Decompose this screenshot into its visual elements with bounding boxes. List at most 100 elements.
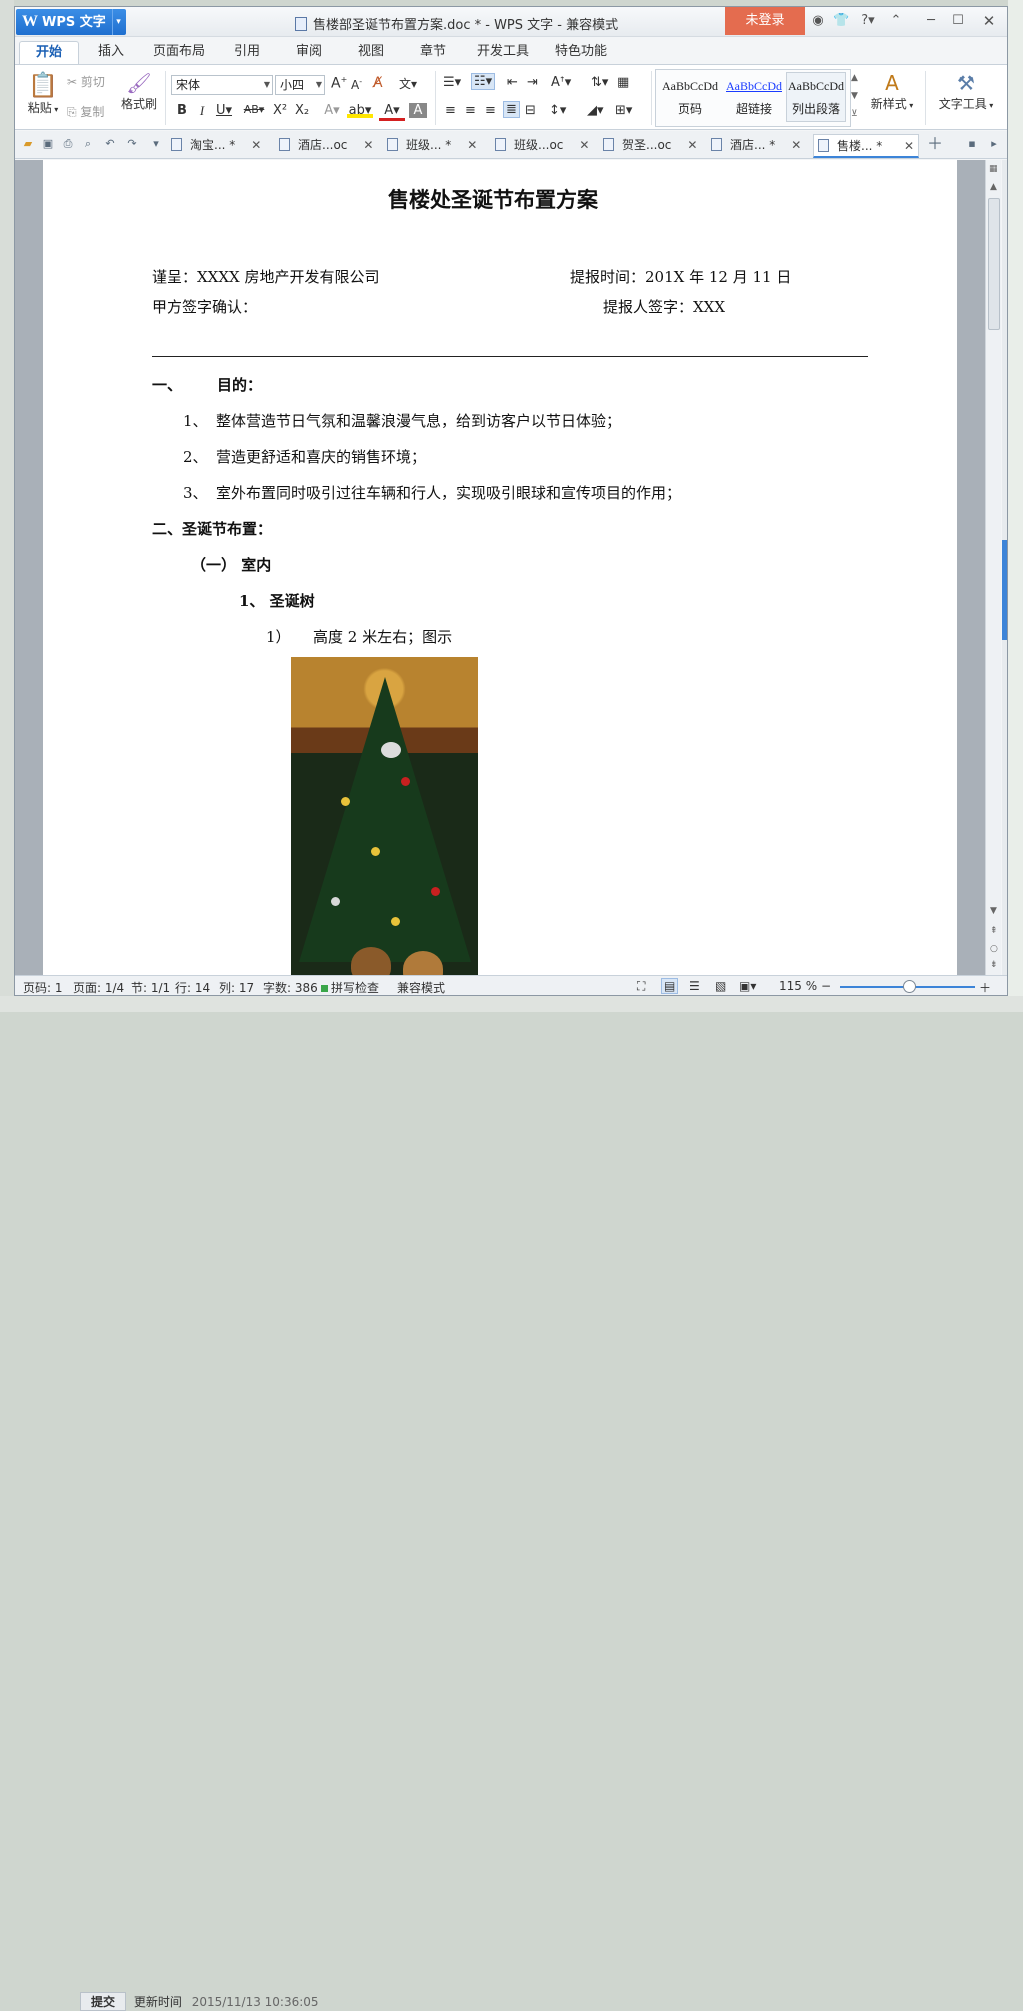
- bullet-list-icon[interactable]: ☰▾: [443, 75, 461, 90]
- clear-format-icon[interactable]: A̸: [373, 75, 383, 91]
- help-icon[interactable]: ?▾: [857, 13, 879, 29]
- close-icon[interactable]: ✕: [687, 134, 697, 156]
- close-icon[interactable]: ✕: [467, 134, 477, 156]
- new-style-button[interactable]: A 新样式 ▾: [867, 71, 917, 112]
- zoom-slider-thumb[interactable]: [903, 980, 916, 993]
- previous-page-icon[interactable]: ⇞: [990, 926, 998, 936]
- font-size-select[interactable]: 小四 ▼: [275, 75, 325, 95]
- superscript-icon[interactable]: X²: [271, 103, 289, 118]
- doc-tab[interactable]: 班级...oc ✕: [495, 134, 589, 158]
- text-effect-icon[interactable]: A▾: [319, 103, 345, 118]
- grow-font-icon[interactable]: A+: [331, 75, 347, 92]
- style-list-paragraph[interactable]: AaBbCcDd 列出段落: [786, 72, 846, 122]
- save-icon[interactable]: ▣: [41, 137, 55, 151]
- redo-icon[interactable]: ↷: [125, 137, 139, 151]
- table-grid-icon[interactable]: ▦: [617, 75, 629, 90]
- vertical-scrollbar[interactable]: ▦ ▲ ▼ ⇞ ○ ⇟: [985, 160, 1001, 975]
- align-justify-icon[interactable]: ≣: [503, 101, 520, 118]
- close-icon[interactable]: ✕: [579, 134, 589, 156]
- sort-icon[interactable]: ⇅▾: [591, 75, 608, 90]
- scroll-up-icon[interactable]: ▲: [990, 182, 997, 192]
- doc-tab-active[interactable]: 售楼... * ✕: [813, 134, 919, 158]
- collapse-ribbon-icon[interactable]: ⌃: [888, 13, 904, 29]
- close-icon[interactable]: ✕: [904, 135, 914, 157]
- zoom-level[interactable]: 115 %: [779, 979, 817, 993]
- format-painter-button[interactable]: 🖌 格式刷: [119, 71, 159, 112]
- side-panel-toggle[interactable]: [1002, 540, 1007, 640]
- login-button[interactable]: 未登录: [725, 7, 805, 35]
- tab-home[interactable]: 开始: [19, 41, 79, 64]
- tab-developer[interactable]: 开发工具: [471, 41, 535, 64]
- chevron-down-icon[interactable]: ▾: [112, 9, 124, 35]
- zoom-in-icon[interactable]: ＋: [979, 979, 991, 995]
- underline-icon[interactable]: U▾: [213, 103, 235, 118]
- decrease-indent-icon[interactable]: ⇤: [507, 75, 518, 90]
- align-right-icon[interactable]: ≡: [485, 103, 496, 118]
- increase-indent-icon[interactable]: ⇥: [527, 75, 538, 90]
- paste-button[interactable]: 📋 粘贴 ▾: [23, 71, 63, 116]
- gallery-scroll-down-icon[interactable]: ▼: [851, 91, 858, 101]
- style-hyperlink[interactable]: AaBbCcDd 超链接: [722, 72, 786, 122]
- christmas-tree-image[interactable]: [291, 657, 478, 975]
- page-view-icon[interactable]: ▤: [661, 978, 679, 994]
- style-page-number[interactable]: AaBbCcDd 页码: [658, 72, 722, 122]
- wps-app-menu[interactable]: W WPS 文字 ▾: [16, 9, 126, 35]
- customize-toolbar-icon[interactable]: ▾: [149, 137, 163, 151]
- shrink-font-icon[interactable]: A-: [351, 77, 362, 92]
- tab-references[interactable]: 引用: [225, 41, 269, 64]
- minimize-icon[interactable]: ─: [923, 13, 939, 29]
- zoom-out-icon[interactable]: −: [821, 979, 831, 993]
- undo-icon[interactable]: ↶: [103, 137, 117, 151]
- char-shading-icon[interactable]: A: [409, 103, 427, 118]
- close-icon[interactable]: ✕: [363, 134, 373, 156]
- spell-check-toggle[interactable]: 拼写检查: [321, 979, 379, 995]
- gallery-expand-icon[interactable]: ⊻: [851, 109, 858, 119]
- scroll-thumb[interactable]: [988, 198, 1000, 330]
- pinyin-icon[interactable]: 文▾: [399, 75, 417, 92]
- distribute-icon[interactable]: ⊟: [525, 103, 536, 118]
- open-folder-icon[interactable]: ▰: [21, 137, 35, 151]
- outline-view-icon[interactable]: ☰: [689, 979, 700, 993]
- align-left-icon[interactable]: ≡: [445, 103, 456, 118]
- font-name-select[interactable]: 宋体 ▼: [171, 75, 273, 95]
- print-preview-icon[interactable]: ⌕: [81, 137, 95, 151]
- doc-tab[interactable]: 班级... * ✕: [387, 134, 477, 158]
- highlight-icon[interactable]: ab▾: [347, 103, 373, 118]
- close-icon[interactable]: ✕: [791, 134, 801, 156]
- align-center-icon[interactable]: ≡: [465, 103, 476, 118]
- tab-view[interactable]: 视图: [349, 41, 393, 64]
- document-page[interactable]: 售楼处圣诞节布置方案 谨呈：XXXX 房地产开发有限公司 提报时间：201X 年…: [43, 160, 957, 975]
- copy-button[interactable]: ⎘ 复制: [67, 103, 104, 120]
- maximize-icon[interactable]: ☐: [950, 13, 966, 29]
- text-tools-button[interactable]: ⚒ 文字工具 ▾: [933, 71, 999, 112]
- gallery-scroll-up-icon[interactable]: ▲: [851, 73, 858, 83]
- select-browse-object-icon[interactable]: ○: [990, 944, 998, 954]
- bold-icon[interactable]: B: [173, 103, 191, 118]
- tab-special[interactable]: 特色功能: [549, 41, 613, 64]
- text-direction-icon[interactable]: Aꜛ▾: [551, 75, 571, 90]
- tab-insert[interactable]: 插入: [87, 41, 135, 64]
- shading-icon[interactable]: ◢▾: [587, 103, 604, 118]
- fullscreen-icon[interactable]: ⛶: [637, 979, 645, 994]
- shirt-icon[interactable]: 👕: [833, 13, 849, 29]
- line-spacing-icon[interactable]: ↕▾: [549, 103, 566, 118]
- tab-list-icon[interactable]: ▪: [965, 137, 979, 151]
- strikethrough-icon[interactable]: AB▾: [241, 103, 267, 116]
- web-view-icon[interactable]: ▧: [715, 979, 726, 993]
- doc-tab[interactable]: 酒店... * ✕: [711, 134, 801, 158]
- font-color-icon[interactable]: A▾: [379, 103, 405, 121]
- skin-icon[interactable]: ◉: [810, 13, 826, 29]
- tab-review[interactable]: 审阅: [287, 41, 331, 64]
- doc-tab[interactable]: 淘宝... * ✕: [171, 134, 261, 158]
- next-page-icon[interactable]: ⇟: [990, 960, 998, 970]
- reading-mode-icon[interactable]: ▣▾: [739, 979, 756, 993]
- italic-icon[interactable]: I: [193, 103, 211, 119]
- doc-tab[interactable]: 贺圣...oc ✕: [603, 134, 697, 158]
- submit-button[interactable]: 提交: [80, 1992, 127, 2011]
- subscript-icon[interactable]: X₂: [293, 103, 311, 118]
- tab-menu-icon[interactable]: ▸: [987, 137, 1001, 151]
- borders-icon[interactable]: ⊞▾: [615, 103, 632, 118]
- scroll-down-icon[interactable]: ▼: [990, 906, 997, 916]
- numbered-list-icon[interactable]: ☷▾: [471, 73, 496, 90]
- print-icon[interactable]: ⎙: [61, 137, 75, 151]
